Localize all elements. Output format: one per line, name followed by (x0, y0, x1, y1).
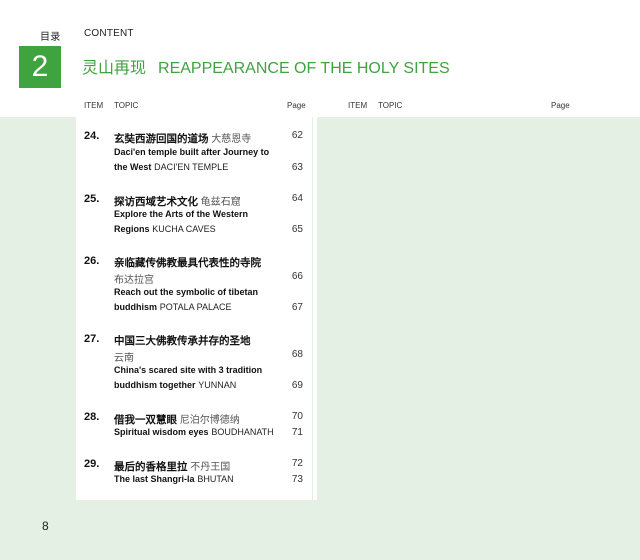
entry-number: 28. (84, 411, 100, 423)
column-header-page-right: Page (551, 101, 570, 110)
entry-cn-title: 亲临藏传佛教最具代表性的寺院 (114, 257, 261, 269)
entry-en-page: 73 (291, 474, 303, 485)
entry-cn-title: 探访西域艺术文化 (114, 196, 198, 208)
chapter-number-badge: 2 (19, 46, 61, 88)
entry-en-title: the West (114, 162, 152, 172)
entry-en-page: 71 (291, 427, 303, 438)
entry-cn-page: 70 (291, 411, 303, 422)
entry-en-page: 67 (291, 302, 303, 313)
entry-cn-title: 最后的香格里拉 (114, 461, 188, 473)
entry-en-subtitle: BOUDHANATH (211, 427, 274, 437)
entry-en-line1: Daci'en temple built after Journey to (114, 147, 270, 157)
entry-en-line1: Explore the Arts of the Western (114, 209, 249, 219)
entry-number: 25. (84, 193, 100, 205)
entry-en-title: buddhism (114, 302, 157, 312)
entry-cn-subtitle: 布达拉宫 (114, 275, 154, 286)
entry-number: 29. (84, 458, 100, 470)
entry-cn-page: 68 (291, 349, 303, 360)
entry-number: 27. (84, 333, 100, 345)
entry-cn-line: 借我一双慧眼 尼泊尔博德纳 (114, 411, 240, 427)
chapter-title-en: REAPPEARANCE OF THE HOLY SITES (158, 60, 450, 77)
entry-number: 26. (84, 255, 100, 267)
entry-en-line2: the West DACI'EN TEMPLE (114, 162, 228, 173)
entry-cn-page: 72 (291, 458, 303, 469)
entry-cn-subtitle: 云南 (114, 353, 134, 364)
entry-cn-title: 中国三大佛教传承并存的圣地 (114, 335, 251, 347)
page-number: 8 (42, 519, 49, 533)
entry-cn-line: 最后的香格里拉 不丹王国 (114, 458, 230, 474)
entry-en-line1: Reach out the symbolic of tibetan (114, 287, 259, 297)
entry-cn-page: 66 (291, 271, 303, 282)
entry-en-line2: buddhism together YUNNAN (114, 380, 236, 391)
chapter-title-cn: 灵山再现 (82, 60, 147, 77)
entry-cn-title: 借我一双慧眼 (114, 414, 177, 426)
entry-cn-line: 中国三大佛教传承并存的圣地 (114, 333, 251, 348)
column-header-item: ITEM (84, 101, 104, 110)
entry-en-title: The last Shangri-la (114, 474, 195, 484)
entry-en-line2: buddhism POTALA PALACE (114, 302, 231, 313)
entry-cn-line: 玄奘西游回国的道场 大慈恩寺 (114, 130, 251, 146)
entry-en-line2: Regions KUCHA CAVES (114, 224, 216, 235)
entry-en-title: Regions (114, 224, 150, 234)
entry-cn-page: 62 (291, 130, 303, 141)
entry-number: 24. (84, 130, 100, 142)
entry-en-page: 63 (291, 162, 303, 173)
contents-label-cn: 目录 (40, 32, 61, 43)
entry-en-subtitle: DACI'EN TEMPLE (154, 162, 229, 172)
column-divider (313, 117, 317, 500)
column-header-topic: TOPIC (114, 101, 139, 110)
chapter-title: 灵山再现 REAPPEARANCE OF THE HOLY SITES (82, 54, 450, 78)
entry-cn-subtitle: 尼泊尔博德纳 (179, 415, 240, 426)
column-header-page: Page (287, 101, 306, 110)
entry-en-line1: The last Shangri-la BHUTAN (114, 474, 234, 485)
entry-en-subtitle: POTALA PALACE (159, 302, 232, 312)
entry-en-title: buddhism together (114, 380, 196, 390)
entry-cn-subtitle: 龟兹石窟 (200, 197, 241, 208)
entry-en-page: 69 (291, 380, 303, 391)
entry-en-line1: China's scared site with 3 tradition (114, 365, 263, 375)
entry-en-subtitle: BHUTAN (197, 474, 234, 484)
entry-cn-line2: 云南 (114, 349, 134, 364)
entry-cn-line: 探访西域艺术文化 龟兹石窟 (114, 193, 241, 209)
entry-en-page: 65 (291, 224, 303, 235)
entry-cn-line: 亲临藏传佛教最具代表性的寺院 (114, 255, 261, 270)
entry-cn-title: 玄奘西游回国的道场 (114, 133, 209, 145)
entry-cn-line2: 布达拉宫 (114, 271, 154, 286)
entry-en-subtitle: YUNNAN (198, 380, 237, 390)
entry-en-title: Spiritual wisdom eyes (114, 427, 209, 437)
entry-cn-subtitle: 大慈恩寺 (211, 134, 252, 145)
entry-cn-page: 64 (291, 193, 303, 204)
column-header-topic-right: TOPIC (378, 101, 403, 110)
entry-en-line1: Spiritual wisdom eyes BOUDHANATH (114, 427, 274, 438)
contents-label-en: CONTENT (84, 28, 134, 39)
entry-en-subtitle: KUCHA CAVES (152, 224, 216, 234)
entry-cn-subtitle: 不丹王国 (190, 462, 231, 473)
column-header-item-right: ITEM (348, 101, 368, 110)
